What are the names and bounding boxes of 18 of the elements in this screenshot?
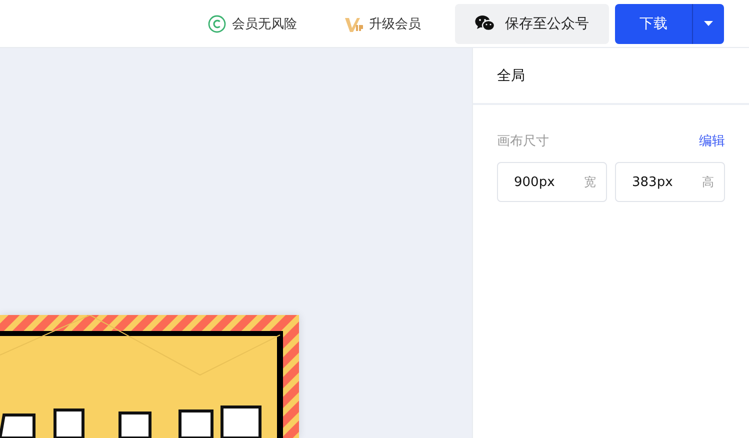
vip-icon — [345, 16, 363, 32]
edit-link[interactable]: 编辑 — [699, 132, 725, 150]
chat-bubbles-icon — [475, 15, 495, 32]
badge-label[interactable]: 会员无风险 — [232, 14, 297, 32]
field-value: 900px — [514, 174, 555, 190]
field-unit: 高 — [702, 174, 714, 190]
size-field[interactable]: 383px 高 — [615, 162, 725, 202]
download-button[interactable]: 下载 — [615, 4, 693, 44]
caret-icon — [704, 21, 713, 26]
section-label: 画布尺寸 — [497, 133, 549, 150]
save-to-account-button[interactable]: 保存至公众号 — [455, 4, 609, 44]
badge-label[interactable]: 升级会员 — [369, 14, 421, 32]
panel-title: 全局 — [473, 48, 749, 105]
download-menu-button[interactable] — [693, 4, 724, 44]
copyright-icon — [208, 14, 226, 32]
field-unit: 宽 — [584, 174, 596, 190]
size-field[interactable]: 900px 宽 — [497, 162, 607, 202]
field-value: 383px — [632, 174, 673, 190]
